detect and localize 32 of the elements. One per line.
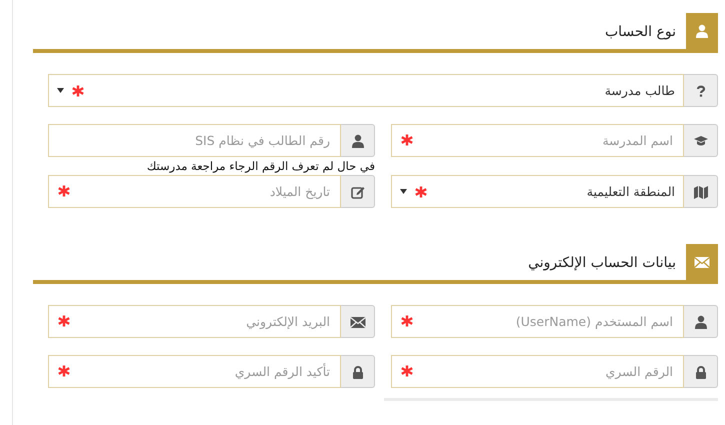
- dropdown[interactable]: المنطقة التعليمية: [391, 175, 684, 208]
- required-icon: [401, 134, 413, 146]
- hint-text: في حال لم تعرف الرقم الرجاء مراجعة مدرستك: [146, 159, 375, 174]
- caret-icon: [400, 189, 407, 194]
- edit-icon: [350, 184, 364, 198]
- graduation-cap-icon: [692, 134, 708, 148]
- lock-icon: [694, 364, 708, 378]
- required-icon: [58, 365, 70, 377]
- required-icon: [401, 365, 413, 377]
- envelope-icon: [694, 255, 710, 269]
- lock-icon: [350, 364, 364, 378]
- text-field[interactable]: تاريخ الميلاد: [48, 175, 341, 208]
- required-icon: [415, 186, 427, 198]
- dropdown[interactable]: طالب مدرسة: [48, 74, 684, 107]
- required-icon: [401, 315, 413, 327]
- caret-icon: [57, 88, 64, 93]
- user-icon: [694, 314, 708, 328]
- text-field[interactable]: اسم المدرسة: [391, 124, 684, 157]
- user-icon: [695, 24, 709, 38]
- text-field[interactable]: البريد الإلكتروني: [48, 305, 341, 338]
- required-icon: [72, 84, 84, 96]
- map-icon: [694, 184, 708, 198]
- section-title: بيانات الحساب الإلكتروني: [528, 254, 677, 273]
- text-field[interactable]: رقم الطالب في نظام SIS: [48, 124, 341, 157]
- text-field[interactable]: تأكيد الرقم السري: [48, 355, 341, 388]
- required-icon: [58, 185, 70, 197]
- text-field[interactable]: الرقم السري: [391, 355, 684, 388]
- envelope-icon: [350, 314, 366, 328]
- section-title: نوع الحساب: [604, 23, 677, 42]
- required-icon: [58, 315, 70, 327]
- text-field[interactable]: اسم المستخدم (UserName): [391, 305, 684, 338]
- user-icon: [350, 134, 364, 148]
